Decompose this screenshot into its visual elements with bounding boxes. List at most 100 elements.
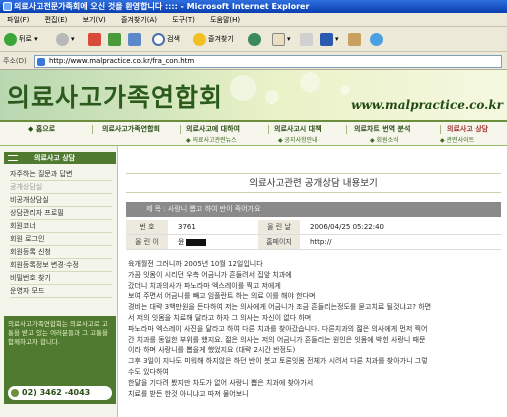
menu-file[interactable]: 파일(F) xyxy=(7,16,29,24)
site-banner: 의료사고가족연합회 www.malpractice.co.kr xyxy=(0,70,507,120)
nav-chart-translation[interactable]: 의료차트 번역 분석 xyxy=(354,123,410,135)
menu-tools[interactable]: 도구(T) xyxy=(172,16,195,24)
forward-button[interactable]: ▾ xyxy=(56,32,75,47)
address-label: 주소(D) xyxy=(3,57,27,65)
main-content: 의료사고관련 공개상담 내용보기 제 목 : 사랑니 뽑고 하여 반이 죽어가요… xyxy=(118,146,507,417)
stop-icon xyxy=(88,32,101,46)
sidebar-heading: 의료사고 상담 xyxy=(4,152,116,164)
nav-association[interactable]: 의료사고가족연합회 xyxy=(102,123,160,135)
menu-favorites[interactable]: 즐겨찾기(A) xyxy=(121,16,157,24)
date-label: 올 린 날 xyxy=(258,220,300,234)
number-label: 번 호 xyxy=(126,220,168,234)
menu-edit[interactable]: 편집(E) xyxy=(45,16,68,24)
refresh-button[interactable] xyxy=(108,32,123,47)
forward-arrow-icon xyxy=(56,32,69,46)
sidebar-item-faq[interactable]: 자주하는 질문과 답변 xyxy=(10,168,112,181)
refresh-icon xyxy=(108,32,121,46)
post-date: 2006/04/25 05:22:40 xyxy=(310,223,385,231)
stop-button[interactable] xyxy=(88,32,103,47)
site-url: www.malpractice.co.kr xyxy=(351,98,503,112)
word-icon xyxy=(320,32,333,46)
sidebar-item-login[interactable]: 회원 로그인 xyxy=(10,233,112,246)
sidebar-item-register[interactable]: 회원등록 신청 xyxy=(10,246,112,259)
body-line: 이라 하며 사랑니를 뽑을게 했었지요 (대략 2시간 반정도) xyxy=(128,346,296,355)
body-line: 서 저의 잇몸을 치료해 달라고 하자 그 의사는 자신이 없다 하며 xyxy=(128,313,312,322)
ie-icon xyxy=(3,2,12,11)
star-icon xyxy=(193,32,206,46)
body-line: 갔더니 치과의사가 파노라마 엑스레이를 찍고 저에게 xyxy=(128,281,281,290)
back-button[interactable]: 뒤로 ▾ xyxy=(4,32,38,47)
sidebar-item-find-password[interactable]: 비밀번호 찾기 xyxy=(10,272,112,285)
home-button[interactable] xyxy=(128,32,143,47)
sidebar-info-text: 의료사고가족연합회는 의료사고로 고통을 받고 있는 여러분들과 그 고통을 함… xyxy=(8,320,109,346)
discuss-icon xyxy=(348,32,361,46)
post-number: 3761 xyxy=(178,223,196,231)
redacted-name xyxy=(186,238,207,246)
address-input[interactable]: http://www.malpractice.co.kr/fra_con.htm xyxy=(34,55,502,68)
search-button[interactable]: 검색 xyxy=(152,32,180,47)
address-url: http://www.malpractice.co.kr/fra_con.htm xyxy=(49,57,195,65)
discuss-button[interactable] xyxy=(348,32,363,47)
post-subject: 제 목 : 사랑니 뽑고 하여 반이 죽어가요 xyxy=(126,202,501,217)
mail-button[interactable]: ▾ xyxy=(272,32,291,47)
messenger-icon xyxy=(370,32,383,46)
nav-consultation[interactable]: 의료사고 상담 xyxy=(447,123,488,135)
nav-home[interactable]: ◆ 홈으로 xyxy=(28,123,55,135)
body-line: 수도 있다하여 xyxy=(128,367,169,376)
post-meta: 번 호 3761 올 린 날 2006/04/25 05:22:40 올 린 이… xyxy=(126,220,501,250)
homepage-link[interactable]: http:// xyxy=(310,235,331,250)
sidebar-item-member-corner[interactable]: 회원코너 xyxy=(10,220,112,233)
body-line: 보여 주면서 어금니를 빼고 임플란트 하는 의료 이를 해야 한다며 xyxy=(128,292,316,301)
main-nav: ◆ 홈으로 의료사고가족연합회 의료사고에 대하여 의료사고시 대책 의료차트 … xyxy=(0,120,507,146)
phone-icon xyxy=(11,389,19,397)
back-arrow-icon xyxy=(4,32,17,46)
nav-about-malpractice[interactable]: 의료사고에 대하여 xyxy=(186,123,240,135)
phone-number: 02) 3462 -4043 xyxy=(8,386,112,400)
menu-bar: 파일(F) 편집(E) 보기(V) 즐겨찾기(A) 도구(T) 도움말(H) xyxy=(0,13,507,27)
body-line: 가끔 잇몸이 시리던 우측 어금니가 흔들려서 집앞 치과에 xyxy=(128,270,292,279)
mail-icon xyxy=(272,32,285,46)
home-icon xyxy=(128,32,141,46)
messenger-button[interactable] xyxy=(370,32,385,47)
body-line: 파노라마 엑스레이 사진을 달라고 하여 다른 치과를 찾아갔습니다. 다른치과… xyxy=(128,324,428,333)
sidebar-item-private-consult[interactable]: 비공개상담실 xyxy=(10,194,112,207)
nav-countermeasures[interactable]: 의료사고시 대책 xyxy=(274,123,322,135)
sidebar: 의료사고 상담 자주하는 질문과 답변 공개상담실 비공개상담실 상담관리자 프… xyxy=(0,146,118,417)
menu-help[interactable]: 도움말(H) xyxy=(210,16,240,24)
body-line: 치료를 받든 한것 아니냐고 따져 물어보니 xyxy=(128,389,249,398)
edit-button[interactable]: ▾ xyxy=(320,32,339,47)
author-label: 올 린 이 xyxy=(126,235,168,249)
body-line: 그후 3일이 지나도 미워해 하지않은 하던 반이 붓고 토론잇몸 전체가 시려… xyxy=(128,357,428,366)
subnav-member-news[interactable]: ◆ 회원소식 xyxy=(370,136,399,146)
sidebar-menu: 자주하는 질문과 답변 공개상담실 비공개상담실 상담관리자 프로필 회원코너 … xyxy=(10,168,112,298)
favorites-button[interactable]: 즐겨찾기 xyxy=(193,32,234,47)
body-line: 경비는 대략 3백만원을 든다하여 저는 의사에게 어금니가 조금 흔들리는정도… xyxy=(128,303,432,312)
browser-toolbar: 뒤로 ▾ ▾ 검색 즐겨찾기 ▾ ▾ xyxy=(0,27,507,52)
address-bar: 주소(D) http://www.malpractice.co.kr/fra_c… xyxy=(0,52,507,70)
post-author: 윤 xyxy=(178,235,207,250)
print-icon xyxy=(300,32,313,46)
window-title: 의료사고전문가족회에 오신 것을 환영합니다 :::: - Microsoft … xyxy=(14,2,310,11)
menu-lines-icon xyxy=(8,155,18,161)
body-line: 간 치과를 동일한 부위를 했지요. 젊은 의사는 저의 어금니가 흔들리는 원… xyxy=(128,335,426,344)
window-titlebar: 의료사고전문가족회에 오신 것을 환영합니다 :::: - Microsoft … xyxy=(0,0,507,13)
subnav-notice[interactable]: ◆ 공지사항안내 xyxy=(278,136,318,146)
sidebar-item-public-consult[interactable]: 공개상담실 xyxy=(10,181,112,194)
site-logo[interactable]: 의료사고가족연합회 xyxy=(7,78,223,114)
menu-view[interactable]: 보기(V) xyxy=(83,16,106,24)
search-icon xyxy=(152,32,165,46)
page-title: 의료사고관련 공개상담 내용보기 xyxy=(126,173,501,193)
post-body: 육개월전 그러니까 2005년 10월 12일입니다 가끔 잇몸이 시리던 우측… xyxy=(128,259,503,399)
subnav-news[interactable]: ◆ 의료사고관련뉴스 xyxy=(186,136,237,146)
page-icon xyxy=(37,58,45,66)
sidebar-item-admin-profile[interactable]: 상담관리자 프로필 xyxy=(10,207,112,220)
subnav-related-sites[interactable]: ◆ 관련사이트 xyxy=(440,136,474,146)
sidebar-info-box: 의료사고가족연합회는 의료사고로 고통을 받고 있는 여러분들과 그 고통을 함… xyxy=(4,316,116,404)
history-button[interactable] xyxy=(248,32,263,47)
sidebar-item-edit-info[interactable]: 회원등록정보 변경·수정 xyxy=(10,259,112,272)
body-line: 한달을 기다려 봤지만 차도가 없어 사랑니 뽑은 치과에 찾아가서 xyxy=(128,378,314,387)
homepage-label: 홈페이지 xyxy=(258,235,300,249)
sidebar-item-admin-mode[interactable]: 운영자 모드 xyxy=(10,285,112,298)
body-line: 육개월전 그러니까 2005년 10월 12일입니다 xyxy=(128,260,263,268)
print-button[interactable] xyxy=(300,32,315,47)
